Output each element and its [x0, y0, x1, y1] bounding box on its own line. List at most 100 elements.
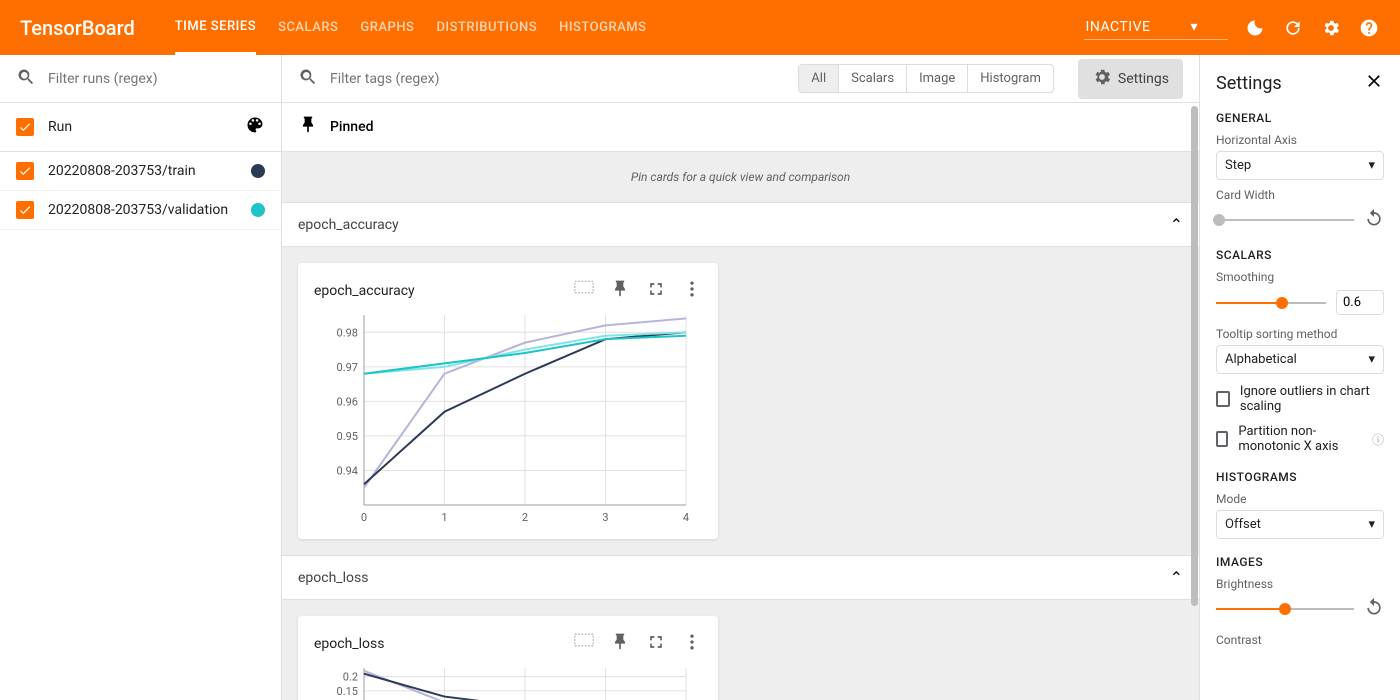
run-item[interactable]: 20220808-203753/train — [0, 152, 281, 191]
caret-down-icon: ▾ — [1368, 158, 1375, 173]
section-general: GENERAL — [1216, 111, 1384, 125]
svg-text:0.98: 0.98 — [337, 326, 358, 339]
top-bar: TensorBoard TIME SERIES SCALARS GRAPHS D… — [0, 0, 1400, 55]
primary-tabs: TIME SERIES SCALARS GRAPHS DISTRIBUTIONS… — [175, 0, 647, 55]
refresh-icon[interactable] — [1282, 17, 1304, 39]
pin-icon — [298, 115, 318, 139]
group-name: epoch_accuracy — [298, 217, 399, 233]
caret-down-icon: ▾ — [1190, 19, 1198, 35]
chevron-up-icon: ⌃ — [1170, 215, 1183, 234]
contrast-label: Contrast — [1216, 633, 1384, 647]
chip-scalars[interactable]: Scalars — [839, 65, 907, 92]
reset-icon[interactable] — [1364, 208, 1384, 232]
tooltip-sort-label: Tooltip sorting method — [1216, 327, 1384, 341]
svg-text:3: 3 — [602, 511, 608, 524]
haxis-select[interactable]: Step▾ — [1216, 151, 1384, 180]
group-name: epoch_loss — [298, 570, 368, 586]
close-icon[interactable] — [1364, 71, 1384, 95]
settings-button-label: Settings — [1118, 71, 1169, 87]
run-name: 20220808-203753/train — [48, 163, 196, 179]
chart-epoch-accuracy[interactable]: 0.940.950.960.970.9801234 — [314, 307, 702, 531]
reload-status-select[interactable]: INACTIVE ▾ — [1084, 15, 1228, 40]
chip-all[interactable]: All — [799, 65, 839, 92]
tab-distributions[interactable]: DISTRIBUTIONS — [436, 0, 537, 55]
brightness-label: Brightness — [1216, 577, 1384, 591]
search-icon — [16, 67, 36, 91]
tab-graphs[interactable]: GRAPHS — [360, 0, 414, 55]
cardwidth-slider[interactable] — [1216, 219, 1354, 221]
card-title: epoch_accuracy — [314, 283, 415, 299]
tooltip-sort-select[interactable]: Alphabetical▾ — [1216, 345, 1384, 374]
run-checkbox[interactable] — [16, 162, 34, 180]
svg-text:0.96: 0.96 — [337, 395, 358, 408]
settings-panel: Settings GENERAL Horizontal Axis Step▾ C… — [1200, 55, 1400, 700]
svg-text:4: 4 — [683, 511, 689, 524]
settings-button[interactable]: Settings — [1078, 59, 1183, 99]
scrollbar-thumb[interactable] — [1191, 106, 1198, 606]
fullscreen-icon[interactable] — [646, 279, 666, 303]
hist-mode-select[interactable]: Offset▾ — [1216, 510, 1384, 539]
pin-icon[interactable] — [610, 279, 630, 303]
section-images: IMAGES — [1216, 555, 1384, 569]
help-icon[interactable] — [1358, 17, 1380, 39]
chip-histogram[interactable]: Histogram — [968, 65, 1053, 92]
palette-icon[interactable] — [245, 115, 265, 139]
section-scalars: SCALARS — [1216, 248, 1384, 262]
svg-text:0.15: 0.15 — [337, 685, 358, 698]
more-icon[interactable] — [682, 632, 702, 656]
group-header[interactable]: epoch_loss ⌃ — [282, 555, 1199, 600]
hist-mode-label: Mode — [1216, 492, 1384, 506]
run-item[interactable]: 20220808-203753/validation — [0, 191, 281, 230]
group-header[interactable]: epoch_accuracy ⌃ — [282, 202, 1199, 247]
pinned-section-title: Pinned — [330, 119, 373, 135]
section-histograms: HISTOGRAMS — [1216, 470, 1384, 484]
run-name: 20220808-203753/validation — [48, 202, 228, 218]
reset-icon[interactable] — [1364, 597, 1384, 621]
fullscreen-icon[interactable] — [646, 632, 666, 656]
smoothing-slider[interactable] — [1216, 302, 1326, 304]
runs-header-label: Run — [48, 119, 72, 135]
caret-down-icon: ▾ — [1368, 517, 1375, 532]
chip-image[interactable]: Image — [907, 65, 968, 92]
caret-down-icon: ▾ — [1368, 352, 1375, 367]
svg-text:0.94: 0.94 — [337, 464, 358, 477]
chart-card: epoch_accuracy 0.940.950.960.970.9801234 — [298, 263, 718, 539]
partition-x-checkbox[interactable] — [1216, 431, 1228, 447]
search-icon — [298, 67, 318, 91]
tab-histograms[interactable]: HISTOGRAMS — [559, 0, 646, 55]
svg-text:2: 2 — [522, 511, 528, 524]
tags-filter-input[interactable] — [330, 71, 786, 87]
info-icon[interactable]: ⓘ — [1372, 431, 1384, 448]
ignore-outliers-label: Ignore outliers in chart scaling — [1240, 384, 1384, 414]
svg-text:0: 0 — [361, 511, 367, 524]
fit-domain-icon[interactable] — [574, 632, 594, 656]
svg-text:0.2: 0.2 — [343, 671, 358, 684]
chevron-up-icon: ⌃ — [1170, 568, 1183, 587]
settings-panel-title: Settings — [1216, 73, 1282, 94]
status-label: INACTIVE — [1086, 19, 1151, 35]
run-checkbox[interactable] — [16, 201, 34, 219]
cardwidth-label: Card Width — [1216, 188, 1384, 202]
run-color-swatch — [251, 164, 265, 178]
all-runs-checkbox[interactable] — [16, 118, 34, 136]
chart-card: epoch_loss 0.150.201234 — [298, 616, 718, 700]
runs-filter-input[interactable] — [48, 71, 265, 87]
tab-scalars[interactable]: SCALARS — [278, 0, 338, 55]
gear-icon — [1092, 67, 1112, 91]
tag-type-filter: All Scalars Image Histogram — [798, 64, 1054, 93]
run-color-swatch — [251, 203, 265, 217]
pin-icon[interactable] — [610, 632, 630, 656]
smoothing-input[interactable] — [1336, 290, 1384, 315]
chart-epoch-loss[interactable]: 0.150.201234 — [314, 660, 702, 700]
brightness-slider[interactable] — [1216, 608, 1354, 610]
content-area: Pinned Pin cards for a quick view and co… — [282, 103, 1199, 700]
theme-toggle-icon[interactable] — [1244, 17, 1266, 39]
gear-icon[interactable] — [1320, 17, 1342, 39]
more-icon[interactable] — [682, 279, 702, 303]
haxis-label: Horizontal Axis — [1216, 133, 1384, 147]
tab-time-series[interactable]: TIME SERIES — [175, 0, 256, 55]
svg-text:0.95: 0.95 — [337, 430, 358, 443]
svg-text:1: 1 — [441, 511, 447, 524]
ignore-outliers-checkbox[interactable] — [1216, 391, 1230, 407]
fit-domain-icon[interactable] — [574, 279, 594, 303]
